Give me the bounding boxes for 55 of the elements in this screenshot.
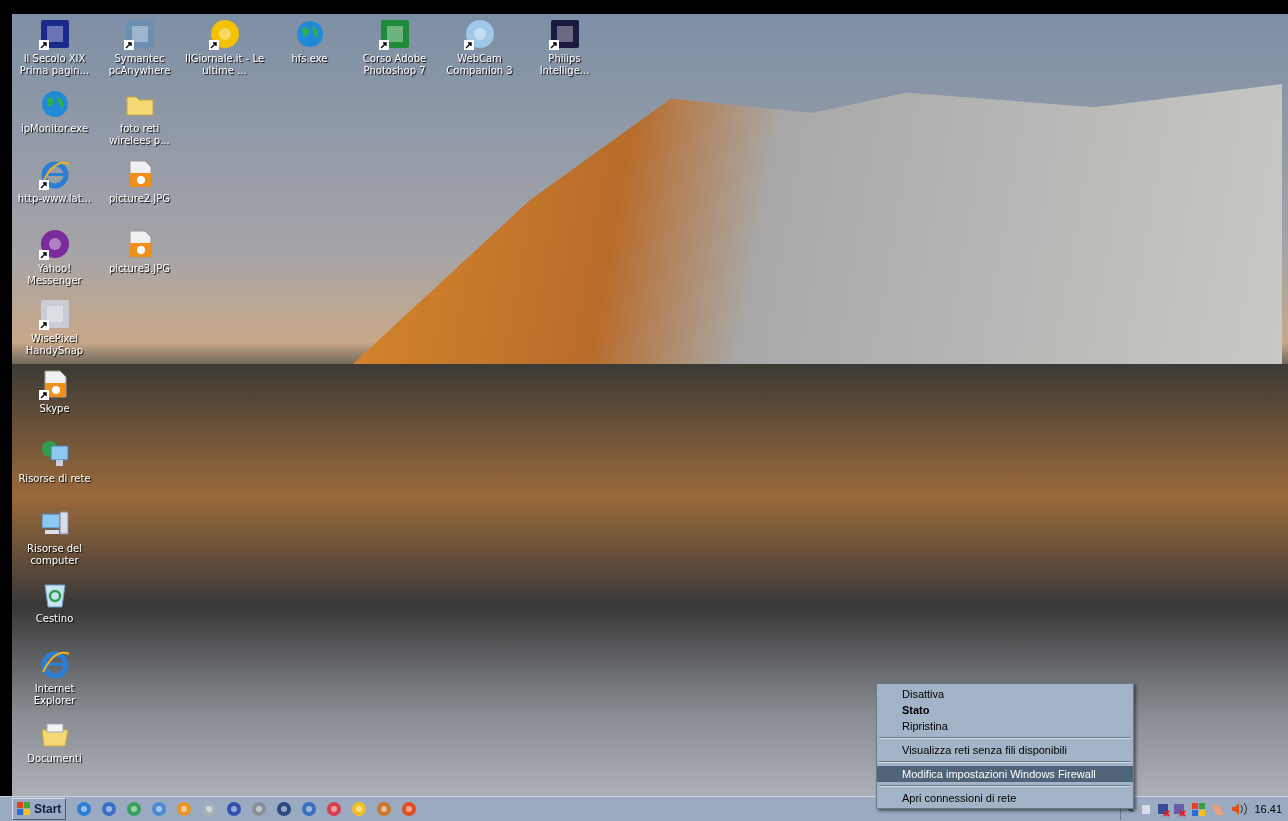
icon-label[interactable]: Corso Adobe Photoshop 7 <box>352 53 437 77</box>
icon-label[interactable]: Skype <box>39 403 70 415</box>
icon-label[interactable]: picture3.JPG <box>108 263 171 275</box>
quick-launch-icon[interactable] <box>276 801 293 817</box>
icon-label[interactable]: foto reti wirelees p... <box>97 123 182 147</box>
quick-launch-icon[interactable] <box>251 801 268 817</box>
quick-launch-icon[interactable] <box>201 801 218 817</box>
icon-label[interactable]: Yahoo! Messenger <box>12 263 97 287</box>
quick-launch-icon[interactable] <box>301 801 318 817</box>
menu-item[interactable]: Stato <box>877 702 1133 718</box>
quick-launch-icon[interactable] <box>151 801 168 817</box>
shortcut-arrow-icon <box>463 40 474 50</box>
quick-launch-icon[interactable] <box>126 801 143 817</box>
tray-icons-drawing[interactable] <box>1140 801 1249 817</box>
menu-item[interactable]: Ripristina <box>877 718 1133 734</box>
shortcut-arrow-icon <box>378 40 389 50</box>
icon-label[interactable]: picture2.JPG <box>108 193 171 205</box>
program-icon[interactable] <box>38 228 71 260</box>
icon-label[interactable]: WisePixel HandySnap <box>12 333 97 357</box>
quick-launch-icon[interactable] <box>326 801 343 817</box>
windows-flag-icon <box>17 802 31 816</box>
shortcut-arrow-icon <box>38 250 49 260</box>
menu-item[interactable]: Visualizza reti senza fili disponibili <box>877 742 1133 758</box>
quick-launch-icon[interactable] <box>176 801 193 817</box>
icon-label[interactable]: Cestino <box>35 613 74 625</box>
icon-label[interactable]: WebCam Companion 3 <box>437 53 522 77</box>
icon-label[interactable]: IlGiornale.it - Le ultime ... <box>182 53 267 77</box>
quick-launch-icon[interactable] <box>376 801 393 817</box>
quick-launch-icon[interactable] <box>351 801 368 817</box>
shortcut-arrow-icon <box>38 320 49 330</box>
shortcut-arrow-icon <box>38 40 49 50</box>
icon-label[interactable]: http-www.lat... <box>17 193 92 205</box>
icon-label[interactable]: Risorse di rete <box>18 473 91 485</box>
icon-label[interactable]: Internet Explorer <box>12 683 97 707</box>
icon-label[interactable]: ipMonitor.exe <box>20 123 89 135</box>
shortcut-arrow-icon <box>208 40 219 50</box>
icon-label[interactable]: Il Secolo XIX Prima pagin... <box>12 53 97 77</box>
icon-label[interactable]: Philips Intellige... <box>522 53 607 77</box>
icon-label[interactable]: Documenti <box>27 753 82 765</box>
shortcut-arrow-icon <box>38 180 49 190</box>
menu-item[interactable]: Disattiva <box>877 686 1133 702</box>
menu-item[interactable]: Apri connessioni di rete <box>877 790 1133 806</box>
shortcut-arrow-icon <box>548 40 559 50</box>
quick-launch-icon[interactable] <box>101 801 118 817</box>
menu-item[interactable]: Modifica impostazioni Windows Firewall <box>877 766 1133 782</box>
shortcut-arrow-icon <box>38 390 49 400</box>
icon-label[interactable]: Risorse del computer <box>12 543 97 567</box>
quick-launch-icon[interactable] <box>76 801 93 817</box>
icon-label[interactable]: hfs.exe <box>291 53 328 65</box>
quick-launch-icon[interactable] <box>401 801 418 817</box>
icon-label[interactable]: Symantec pcAnywhere <box>97 53 182 77</box>
shortcut-arrow-icon <box>123 40 134 50</box>
quick-launch-icon[interactable] <box>226 801 243 817</box>
clock[interactable]: 16.41 <box>1254 803 1282 815</box>
start-button[interactable]: Start <box>12 798 67 820</box>
